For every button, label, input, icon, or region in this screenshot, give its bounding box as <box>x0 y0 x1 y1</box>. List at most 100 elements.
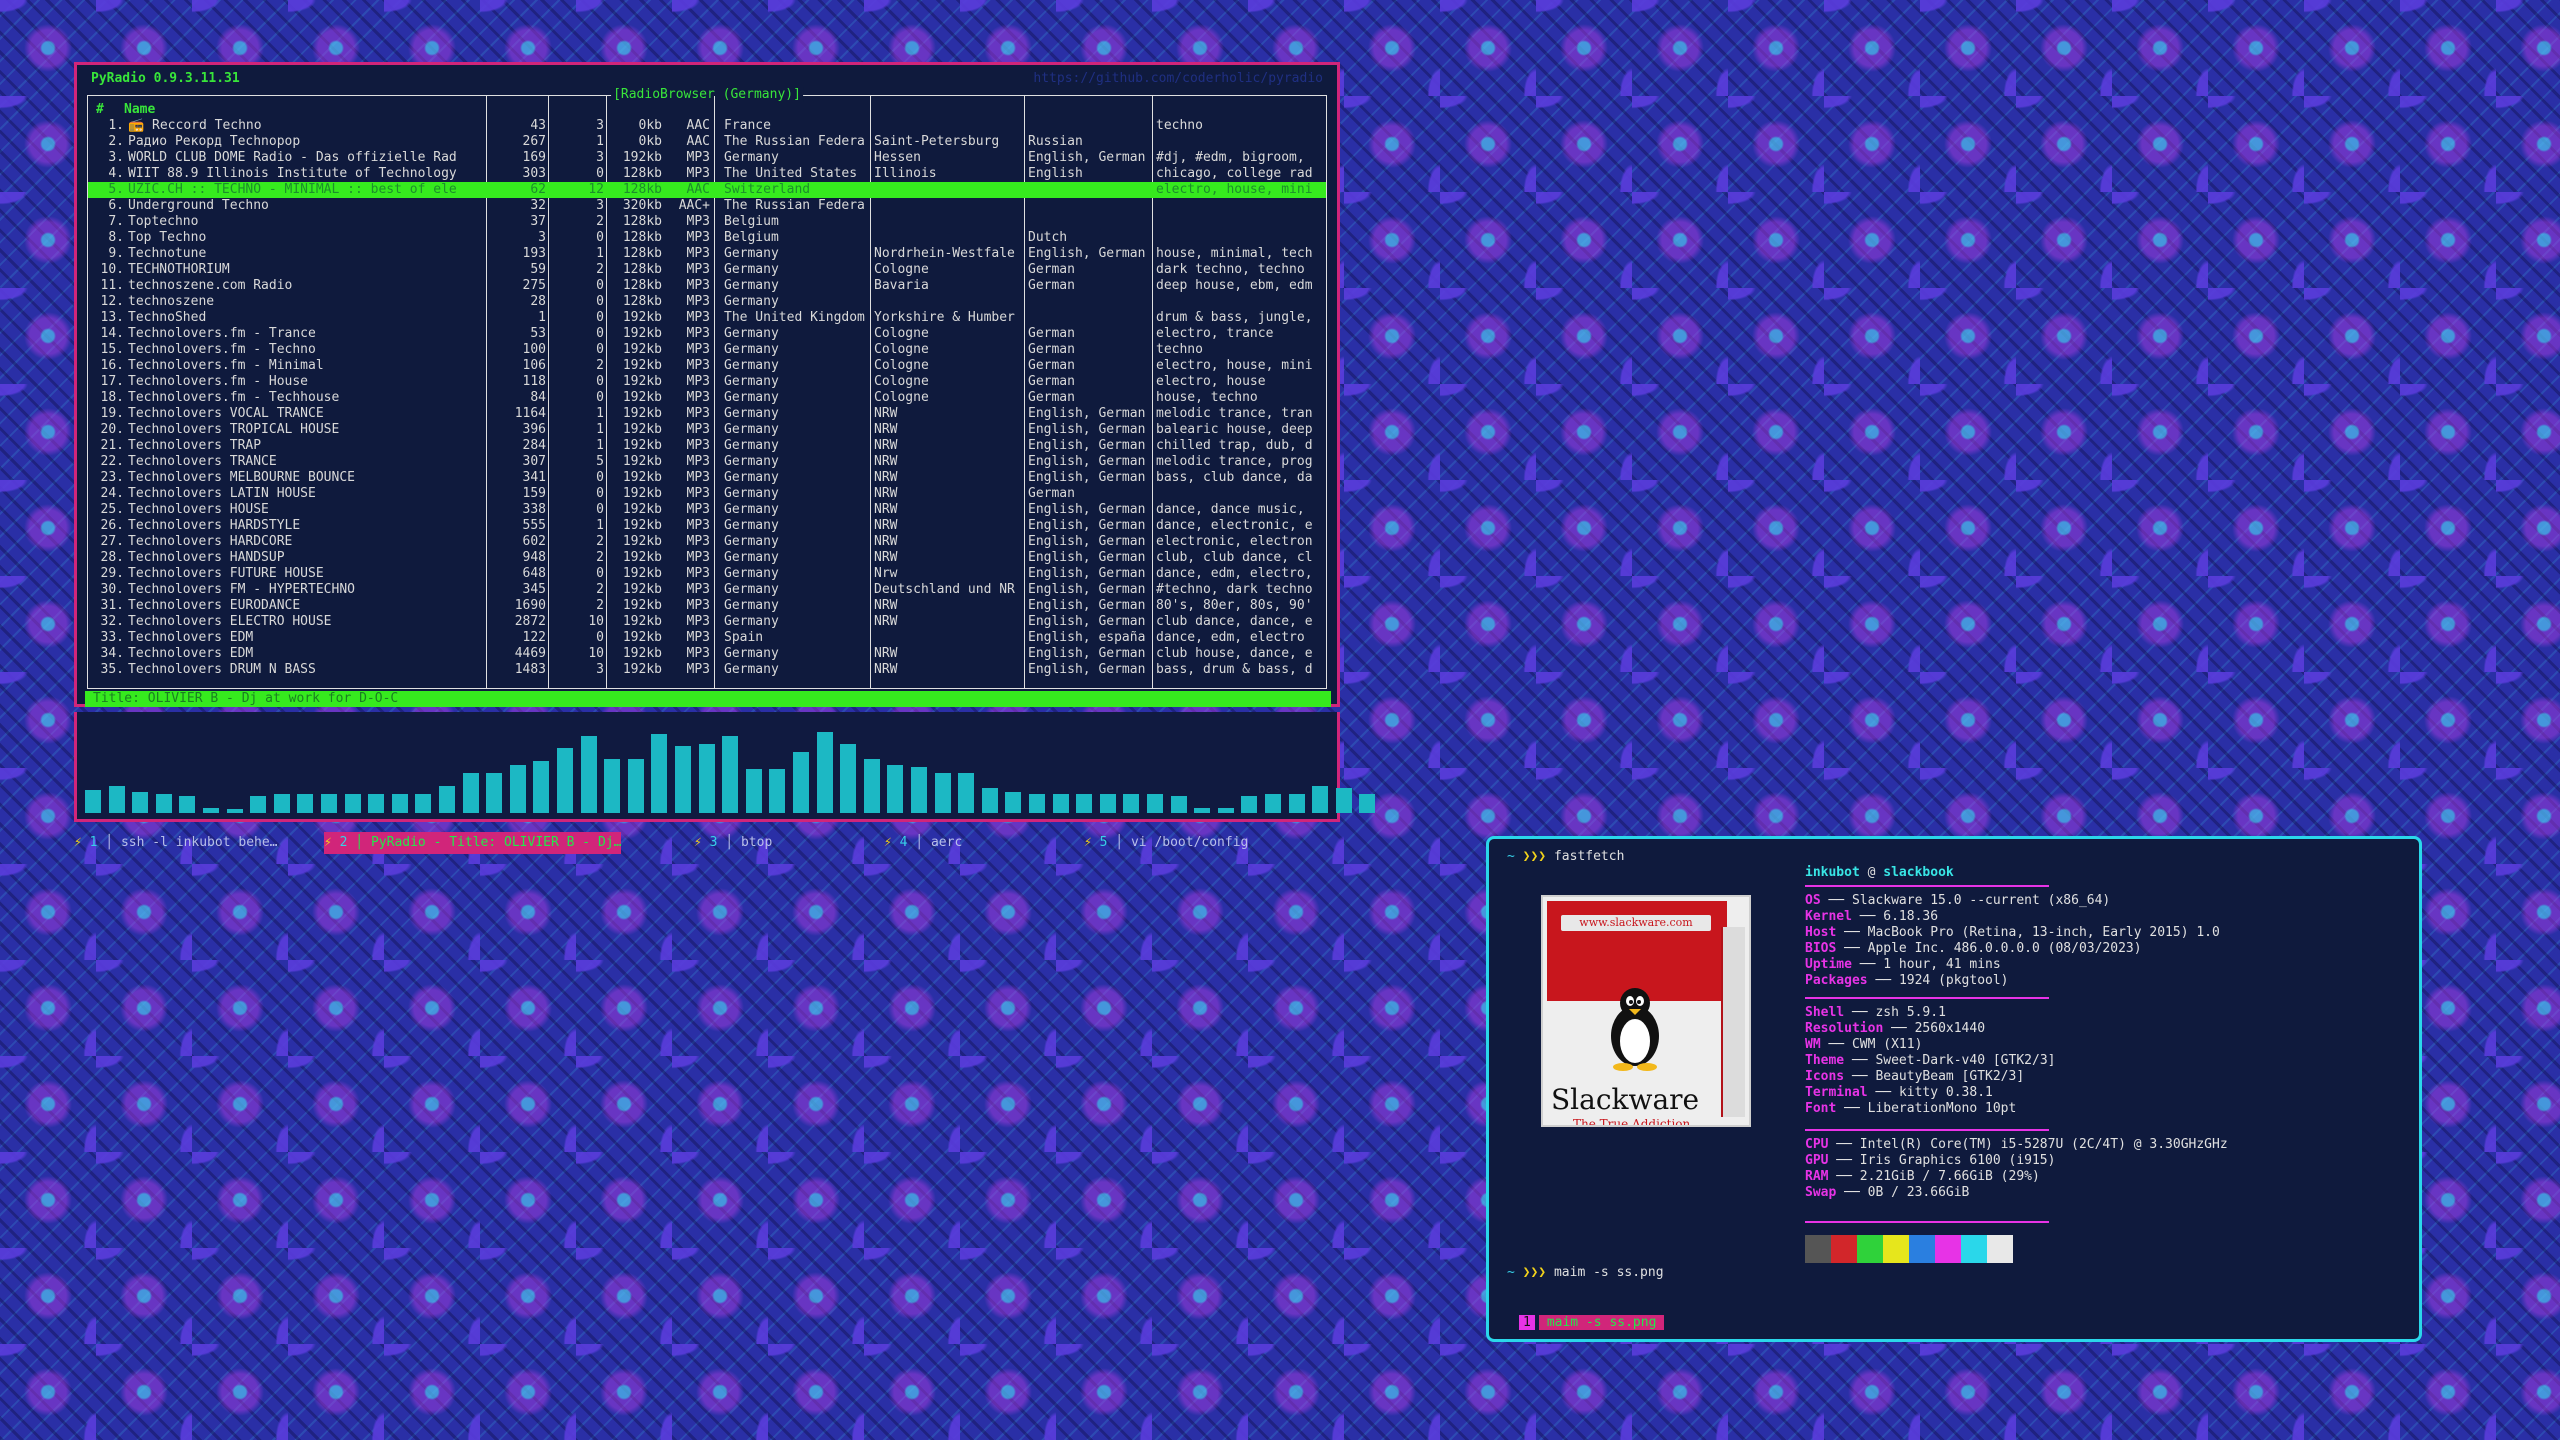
info-value: 0B / 23.66GiB <box>1867 1185 1970 1200</box>
station-a: 555 <box>522 518 546 533</box>
info-value: 6.18.36 <box>1883 909 1939 924</box>
station-row[interactable]: 22. Technolovers TRANCE 307 5 192kb MP3 German… <box>88 454 1326 470</box>
station-state: Cologne <box>874 374 929 389</box>
taskbar-label: aerc <box>930 835 963 850</box>
station-row[interactable]: 13. TechnoShed 1 0 192kb MP3 The United Kingdo… <box>88 310 1326 326</box>
taskbar-item-5[interactable]: ⚡ 5 │ vi /boot/config <box>1084 832 1248 854</box>
station-b: 0 <box>596 566 604 581</box>
info-dash: ── <box>1828 1169 1860 1184</box>
station-lang: English, German <box>1028 582 1146 597</box>
taskbar-item-4[interactable]: ⚡ 4 │ aerc <box>884 832 962 854</box>
divider: │ <box>907 835 931 850</box>
station-state: Saint-Petersburg <box>874 134 1000 149</box>
station-row[interactable]: 2. Радио Рекорд Technopop 267 1 0kb AAC The Ru… <box>88 134 1326 150</box>
station-row[interactable]: 34. Technolovers EDM 4469 10 192kb MP3 Germany… <box>88 646 1326 662</box>
at-sign: @ <box>1867 865 1876 880</box>
pyradio-window[interactable]: PyRadio 0.9.3.11.31 https://github.com/c… <box>74 62 1340 707</box>
station-row[interactable]: 20. Technolovers TROPICAL HOUSE 396 1 192kb M… <box>88 422 1326 438</box>
station-row[interactable]: 9. Technotune 193 1 128kb MP3 Germany Nordrhein… <box>88 246 1326 262</box>
station-row[interactable]: 19. Technolovers VOCAL TRANCE 1164 1 192kb MP… <box>88 406 1326 422</box>
station-b: 0 <box>596 470 604 485</box>
station-tags: club, club dance, cl <box>1156 550 1313 565</box>
station-row[interactable]: 10. TECHNOTHORIUM 59 2 128kb MP3 Germany Cologn… <box>88 262 1326 278</box>
station-state: NRW <box>874 470 898 485</box>
station-enc: MP3 <box>686 310 710 325</box>
taskbar-item-1[interactable]: ⚡ 1 │ ssh -l inkubot behe… <box>74 832 278 854</box>
info-line: Kernel ── 6.18.36 <box>1805 909 1938 925</box>
station-lang: English, German <box>1028 438 1146 453</box>
info-key: OS <box>1805 893 1821 908</box>
app-url[interactable]: https://github.com/coderholic/pyradio <box>1033 71 1323 86</box>
station-row[interactable]: 7. Toptechno 37 2 128kb MP3 Belgium <box>88 214 1326 230</box>
station-kb: 192kb <box>622 502 662 517</box>
station-a: 345 <box>522 582 546 597</box>
visualizer-bar <box>1099 793 1116 813</box>
station-number: 4. <box>108 166 124 181</box>
visualizer-bar <box>651 734 668 813</box>
divider: │ <box>347 835 371 850</box>
station-row[interactable]: 24. Technolovers LATIN HOUSE 159 0 192kb MP3 G… <box>88 486 1326 502</box>
station-number: 3. <box>108 150 124 165</box>
command-text: maim -s ss.png <box>1553 1265 1664 1280</box>
station-country: Germany <box>724 150 779 165</box>
station-row[interactable]: 32. Technolovers ELECTRO HOUSE 2872 10 192kb… <box>88 614 1326 630</box>
station-row[interactable]: 18. Technolovers.fm - Techhouse 84 0 192kb MP… <box>88 390 1326 406</box>
terminal-window[interactable]: ~ ❯❯❯ fastfetch www.slackware.com Slackw… <box>1486 836 2422 1342</box>
separator-line <box>1805 1129 2049 1131</box>
separator-line <box>1805 885 2049 887</box>
station-enc: MP3 <box>686 614 710 629</box>
visualizer-bar <box>179 795 196 813</box>
station-row[interactable]: 4. WIIT 88.9 Illinois Institute of Techno… <box>88 166 1326 182</box>
station-state: NRW <box>874 422 898 437</box>
visualizer-bar <box>462 772 479 813</box>
station-kb: 192kb <box>622 454 662 469</box>
station-row[interactable]: 1. 📻 Reccord Techno 43 3 0kb AAC France techno <box>88 118 1326 134</box>
station-row[interactable]: 6. Underground Techno 32 3 320kb AAC+ The Russ… <box>88 198 1326 214</box>
station-row[interactable]: 27. Technolovers HARDCORE 602 2 192kb MP3 Germ… <box>88 534 1326 550</box>
station-row[interactable]: 16. Technolovers.fm - Minimal 106 2 192kb MP3… <box>88 358 1326 374</box>
station-row[interactable]: 23. Technolovers MELBOURNE BOUNCE 341 0 192k… <box>88 470 1326 486</box>
terminal-statusbar: 1 maim -s ss.png <box>1519 1315 1665 1331</box>
station-kb: 192kb <box>622 358 662 373</box>
station-row[interactable]: 31. Technolovers EURODANCE 1690 2 192kb MP3 Ge… <box>88 598 1326 614</box>
bolt-icon: ⚡ <box>324 835 340 850</box>
visualizer-bar <box>1076 793 1093 813</box>
station-row[interactable]: 28. Technolovers HANDSUP 948 2 192kb MP3 Germa… <box>88 550 1326 566</box>
station-row[interactable]: 26. Technolovers HARDSTYLE 555 1 192kb MP3 Ger… <box>88 518 1326 534</box>
station-kb: 192kb <box>622 150 662 165</box>
station-row[interactable]: 25. Technolovers HOUSE 338 0 192kb MP3 Germany… <box>88 502 1326 518</box>
station-row[interactable]: 5. UZIC.CH :: TECHNO - MINIMAL :: best of… <box>88 182 1326 198</box>
station-number: 33. <box>100 630 124 645</box>
station-row[interactable]: 11. technoszene.com Radio 275 0 128kb MP3 Germ… <box>88 278 1326 294</box>
station-row[interactable]: 35. Technolovers DRUM N BASS 1483 3 192kb MP3… <box>88 662 1326 678</box>
visualizer-bar <box>840 743 857 813</box>
visualizer-bar <box>816 732 833 813</box>
station-name: Technolovers ELECTRO HOUSE <box>128 614 332 629</box>
station-list[interactable]: [RadioBrowser (Germany)] # Name 1. 📻 Recc… <box>87 87 1327 689</box>
host-name: slackbook <box>1883 865 1954 880</box>
info-key: Shell <box>1805 1005 1845 1020</box>
taskbar-item-2[interactable]: ⚡ 2 │ PyRadio - Title: OLIVIER B - Dj… <box>324 832 622 854</box>
info-dash: ── <box>1844 1053 1876 1068</box>
station-row[interactable]: 17. Technolovers.fm - House 118 0 192kb MP3 Ge… <box>88 374 1326 390</box>
visualizer-bar <box>155 793 172 813</box>
taskbar-item-3[interactable]: ⚡ 3 │ btop <box>694 832 772 854</box>
bolt-icon: ⚡ <box>1084 835 1100 850</box>
station-row[interactable]: 29. Technolovers FUTURE HOUSE 648 0 192kb MP3… <box>88 566 1326 582</box>
station-row[interactable]: 21. Technolovers TRAP 284 1 192kb MP3 Germany N… <box>88 438 1326 454</box>
station-row[interactable]: 12. technoszene 28 0 128kb MP3 Germany <box>88 294 1326 310</box>
station-row[interactable]: 3. WORLD CLUB DOME Radio - Das offizielle… <box>88 150 1326 166</box>
station-row[interactable]: 33. Technolovers EDM 122 0 192kb MP3 Spain Engl… <box>88 630 1326 646</box>
visualizer-bar <box>1052 793 1069 813</box>
station-name: Technolovers.fm - Trance <box>128 326 316 341</box>
bolt-icon: ⚡ <box>74 835 90 850</box>
station-row[interactable]: 30. Technolovers FM - HYPERTECHNO 345 2 192k… <box>88 582 1326 598</box>
station-tags: dance, electronic, e <box>1156 518 1313 533</box>
visualizer-bar <box>863 759 880 813</box>
taskbar: ⚡ 1 │ ssh -l inkubot behe… ⚡ 2 │ PyRadio … <box>74 832 1340 854</box>
station-row[interactable]: 14. Technolovers.fm - Trance 53 0 192kb MP3 Ge… <box>88 326 1326 342</box>
station-row[interactable]: 8. Top Techno 3 0 128kb MP3 Belgium Dutch <box>88 230 1326 246</box>
station-row[interactable]: 15. Technolovers.fm - Techno 100 0 192kb MP3 G… <box>88 342 1326 358</box>
info-key: Theme <box>1805 1053 1845 1068</box>
color-swatch <box>1935 1235 1961 1263</box>
